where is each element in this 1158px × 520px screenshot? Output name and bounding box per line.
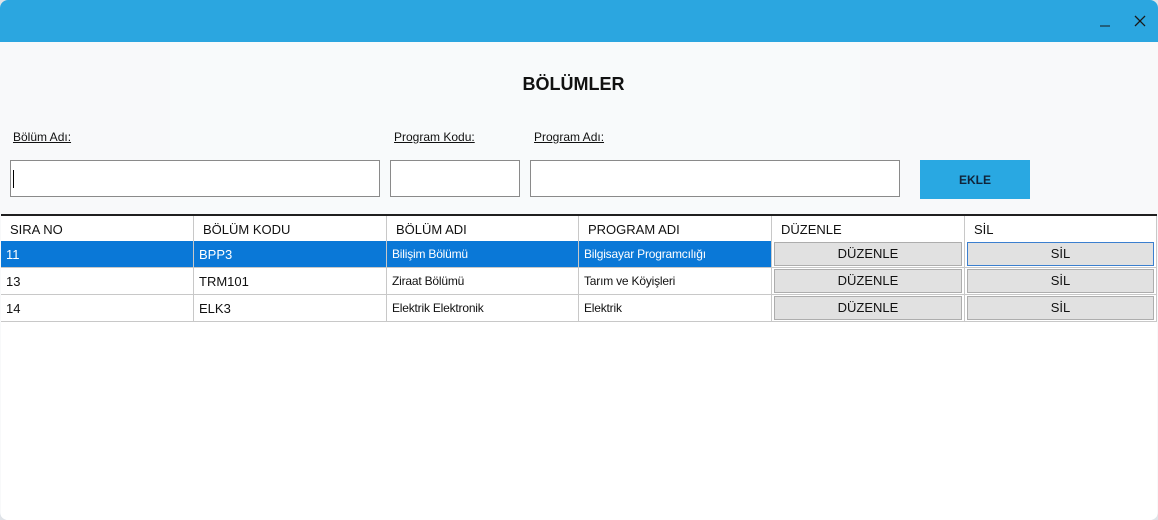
cell-bolum-kodu[interactable]: TRM101 (194, 268, 387, 295)
cell-bolum-adi[interactable]: Ziraat Bölümü (387, 268, 579, 295)
page-title: BÖLÜMLER (522, 74, 625, 94)
cell-bolum-kodu[interactable]: BPP3 (194, 241, 387, 268)
bolum-adi-label: Bölüm Adı: (13, 130, 72, 144)
cell-program-adi[interactable]: Tarım ve Köyişleri (579, 268, 772, 295)
program-kodu-input[interactable] (390, 160, 520, 197)
table-row[interactable]: 14 ELK3 Elektrik Elektronik Elektrik DÜZ… (1, 295, 1157, 322)
table-row[interactable]: 11 BPP3 Bilişim Bölümü Bilgisayar Progra… (1, 241, 1157, 268)
column-header-sil[interactable]: SİL (965, 216, 1157, 243)
edit-cell: DÜZENLE (772, 241, 965, 268)
delete-cell: SİL (965, 268, 1157, 295)
table-row[interactable]: 13 TRM101 Ziraat Bölümü Tarım ve Köyişle… (1, 268, 1157, 295)
cell-sira-no[interactable]: 14 (1, 295, 194, 322)
column-header-bolum-adi[interactable]: BÖLÜM ADI (387, 216, 579, 243)
delete-button[interactable]: SİL (967, 242, 1154, 266)
edit-button[interactable]: DÜZENLE (774, 296, 962, 320)
delete-button[interactable]: SİL (967, 269, 1154, 293)
close-button[interactable] (1125, 6, 1155, 36)
close-icon (1134, 15, 1146, 27)
column-header-duzenle[interactable]: DÜZENLE (772, 216, 965, 243)
edit-cell: DÜZENLE (772, 295, 965, 322)
program-kodu-label: Program Kodu: (394, 130, 475, 144)
minimize-button[interactable] (1090, 6, 1120, 36)
edit-button[interactable]: DÜZENLE (774, 269, 962, 293)
departments-grid[interactable]: SIRA NO BÖLÜM KODU BÖLÜM ADI PROGRAM ADI… (1, 214, 1157, 520)
bolumler-window: BÖLÜMLER Bölüm Adı: Program Kodu: Progra… (0, 0, 1158, 520)
text-caret (13, 170, 14, 188)
minimize-icon (1100, 25, 1110, 27)
delete-button[interactable]: SİL (967, 296, 1154, 320)
bolum-adi-input[interactable] (10, 160, 380, 197)
cell-bolum-adi[interactable]: Elektrik Elektronik (387, 295, 579, 322)
column-header-sira-no[interactable]: SIRA NO (1, 216, 194, 243)
program-adi-input[interactable] (530, 160, 900, 197)
add-button[interactable]: EKLE (920, 160, 1030, 199)
cell-bolum-adi[interactable]: Bilişim Bölümü (387, 241, 579, 268)
delete-cell: SİL (965, 241, 1157, 268)
cell-program-adi[interactable]: Bilgisayar Programcılığı (579, 241, 772, 268)
delete-cell: SİL (965, 295, 1157, 322)
cell-program-adi[interactable]: Elektrik (579, 295, 772, 322)
column-header-program-adi[interactable]: PROGRAM ADI (579, 216, 772, 243)
column-header-bolum-kodu[interactable]: BÖLÜM KODU (194, 216, 387, 243)
program-adi-label: Program Adı: (534, 130, 605, 144)
edit-cell: DÜZENLE (772, 268, 965, 295)
edit-button[interactable]: DÜZENLE (774, 242, 962, 266)
cell-sira-no[interactable]: 11 (1, 241, 194, 268)
grid-header-row: SIRA NO BÖLÜM KODU BÖLÜM ADI PROGRAM ADI… (1, 216, 1157, 243)
cell-sira-no[interactable]: 13 (1, 268, 194, 295)
title-bar (0, 0, 1158, 42)
cell-bolum-kodu[interactable]: ELK3 (194, 295, 387, 322)
